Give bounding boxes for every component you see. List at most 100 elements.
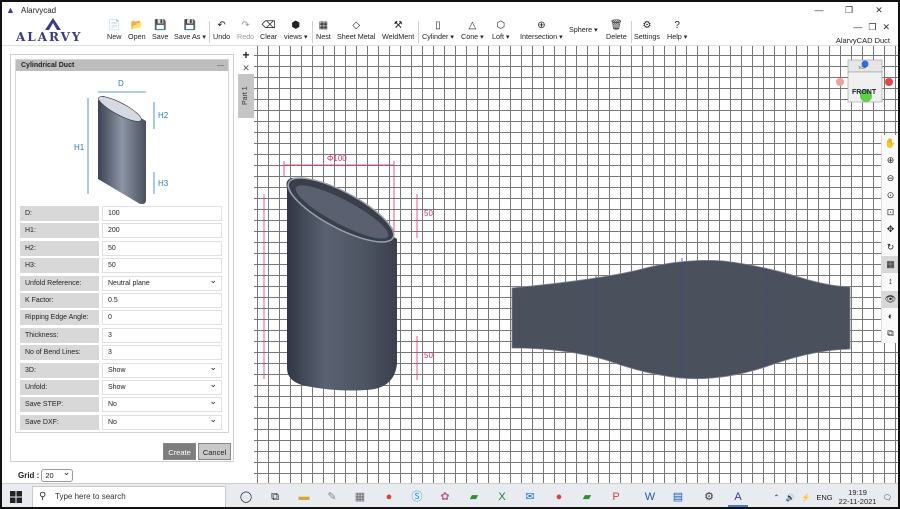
close-button[interactable]: ✕ <box>864 3 894 17</box>
zoom-out-icon[interactable]: ⊖ <box>882 170 898 187</box>
unfold-flat-pattern[interactable] <box>511 258 851 380</box>
viewcube-front-label: FRONT <box>852 89 877 96</box>
sphere-dropdown[interactable]: Sphere ▾ <box>569 25 598 34</box>
diagram-label-h2: H2 <box>158 111 169 120</box>
grid-toggle-icon[interactable]: ▦ <box>882 256 898 274</box>
mail-icon[interactable]: ✉ <box>520 487 540 507</box>
inner-restore-button[interactable]: ❐ <box>868 22 876 33</box>
app-icon-3[interactable]: ▰ <box>577 487 597 507</box>
cone-dropdown[interactable]: △ Cone ▾ <box>461 20 484 41</box>
notification-icon[interactable]: 🗨 <box>882 493 892 502</box>
intersection-dropdown[interactable]: ⊕ Intersection ▾ <box>520 20 563 41</box>
pan-hand-icon[interactable]: ✋ <box>882 135 898 152</box>
param-input[interactable]: 3 <box>102 327 222 343</box>
rotate-icon[interactable]: ↻ <box>882 239 898 256</box>
network-icon[interactable]: ⚡ <box>801 493 810 502</box>
param-input[interactable]: 50 <box>102 240 222 256</box>
save-button[interactable]: 💾 Save <box>152 20 168 41</box>
param-input[interactable]: 200 <box>102 223 222 239</box>
shading-icon[interactable]: ◐ <box>882 308 898 325</box>
param-select[interactable]: Show <box>102 361 222 378</box>
redo-button[interactable]: ↷ Redo <box>237 20 254 41</box>
layers-icon[interactable]: ⧉ <box>882 325 898 342</box>
zoom-window-icon[interactable]: ⊡ <box>882 204 898 221</box>
diagram-label-d: D <box>118 79 124 88</box>
nest-button[interactable]: ▦ Nest <box>316 20 331 41</box>
add-part-button[interactable]: + <box>238 48 254 62</box>
param-select[interactable]: Show <box>102 378 222 395</box>
collapse-icon[interactable]: — <box>217 60 224 71</box>
tray-chevron-icon[interactable]: ⌃ <box>773 493 779 502</box>
settings-app-icon[interactable]: ⚙ <box>699 487 719 507</box>
diagram-label-h3: H3 <box>158 179 169 188</box>
chrome-icon-2[interactable]: ● <box>549 487 569 507</box>
visibility-icon[interactable]: 👁 <box>882 290 898 308</box>
close-part-button[interactable]: ✕ <box>238 62 254 74</box>
inner-minimize-button[interactable]: — <box>853 22 862 33</box>
cortana-icon[interactable]: ◯ <box>236 487 256 507</box>
param-label: Save DXF: <box>20 414 99 430</box>
new-button[interactable]: 📄 New <box>107 20 121 41</box>
param-input[interactable]: 0 <box>102 310 222 326</box>
move-icon[interactable]: ✥ <box>882 221 898 238</box>
sheet-metal-button[interactable]: ◇ Sheet Metal <box>337 20 375 41</box>
param-row: Save STEP: No <box>20 395 222 413</box>
excel-icon[interactable]: X <box>492 487 512 507</box>
cancel-button[interactable]: Cancel <box>198 443 231 460</box>
inner-close-button[interactable]: ✕ <box>882 22 890 33</box>
powerpoint-icon[interactable]: P <box>606 487 626 507</box>
volume-icon[interactable]: 🔊 <box>786 493 795 502</box>
param-input[interactable]: 3 <box>102 345 222 361</box>
dimension-toggle-icon[interactable]: ↕ <box>882 273 898 290</box>
param-select[interactable]: Neutral plane <box>102 274 222 291</box>
minimize-button[interactable]: — <box>804 3 834 17</box>
skype-icon[interactable]: Ⓢ <box>407 487 427 507</box>
chrome-icon[interactable]: ● <box>379 487 399 507</box>
cylinder-dropdown[interactable]: ▯ Cylinder ▾ <box>422 20 454 41</box>
clock[interactable]: 19:19 22-11-2021 <box>839 488 877 506</box>
delete-button[interactable]: 🗑 Delete <box>606 20 627 41</box>
nest-icon: ▦ <box>318 20 329 31</box>
param-select[interactable]: No <box>102 413 222 430</box>
undo-button[interactable]: ↶ Undo <box>213 20 230 41</box>
part-tab[interactable]: Part 1 <box>238 74 254 118</box>
zoom-in-icon[interactable]: ⊕ <box>882 152 898 169</box>
windows-taskbar: ⚲ Type here to search ◯ ⧉ ▬ ✎ ▦ ● Ⓢ ✿ ▰ … <box>2 483 898 507</box>
param-input[interactable]: 0.5 <box>102 293 222 308</box>
language-indicator[interactable]: ENG <box>816 493 832 502</box>
weldment-button[interactable]: ⚒ WeldMent <box>382 20 414 41</box>
create-button[interactable]: Create <box>163 443 196 460</box>
drawing-canvas[interactable]: Φ100 200 50 50 <box>254 46 898 483</box>
word-icon[interactable]: W <box>640 487 660 507</box>
calculator-icon[interactable]: ▦ <box>350 487 370 507</box>
gear-icon: ⚙ <box>642 20 652 31</box>
clear-button[interactable]: ⌫ Clear <box>260 20 277 41</box>
zoom-fit-icon[interactable]: ⊙ <box>882 187 898 204</box>
dim-diameter: Φ100 <box>327 154 347 163</box>
param-row: Save DXF: No <box>20 413 222 430</box>
app-icon-2[interactable]: ▰ <box>464 487 484 507</box>
save-as-button[interactable]: 💾 Save As ▾ <box>174 20 206 41</box>
app-icon-1[interactable]: ✎ <box>322 487 342 507</box>
windows-start-icon[interactable] <box>10 491 22 503</box>
undo-icon: ↶ <box>217 20 226 31</box>
weldment-icon: ⚒ <box>393 20 403 31</box>
alarvycad-taskbar-icon[interactable]: Α <box>728 487 748 507</box>
grid-size-select[interactable]: 20 <box>41 467 74 482</box>
open-button[interactable]: 📂 Open <box>128 20 146 41</box>
param-input[interactable]: 50 <box>102 258 222 274</box>
settings-button[interactable]: ⚙ Settings <box>634 20 660 41</box>
maximize-button[interactable]: ❐ <box>834 3 864 17</box>
loft-dropdown[interactable]: ⬡ Loft ▾ <box>492 20 510 41</box>
file-explorer-icon[interactable]: ▬ <box>294 487 314 507</box>
param-input[interactable]: 100 <box>102 206 222 221</box>
views-dropdown[interactable]: ⬢ views ▾ <box>284 20 308 41</box>
help-dropdown[interactable]: ? Help ▾ <box>667 20 687 41</box>
duct-3d-model[interactable] <box>280 166 401 391</box>
param-select[interactable]: No <box>102 395 222 413</box>
task-view-icon[interactable]: ⧉ <box>265 487 285 507</box>
view-cube[interactable]: TOP FRONT <box>834 56 894 112</box>
paint-icon[interactable]: ✿ <box>435 487 455 507</box>
taskbar-search-input[interactable]: ⚲ Type here to search <box>32 486 226 507</box>
app-icon-4[interactable]: ▤ <box>668 487 688 507</box>
